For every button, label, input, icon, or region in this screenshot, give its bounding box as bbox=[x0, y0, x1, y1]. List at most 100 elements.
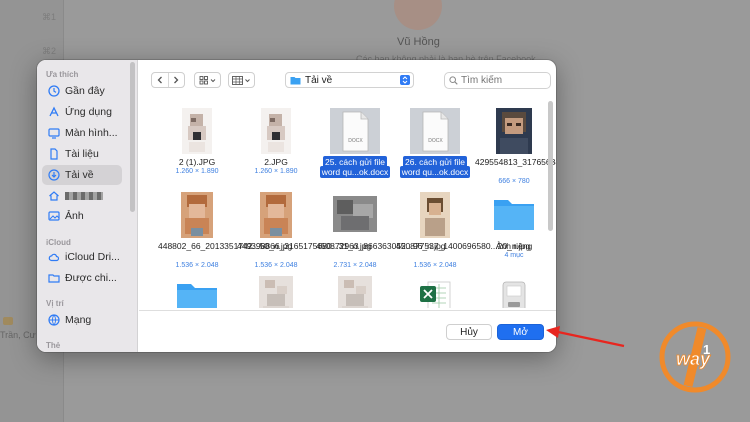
chat-emoji-icon bbox=[3, 317, 13, 325]
sidebar-item-home[interactable] bbox=[42, 186, 122, 206]
folder-icon bbox=[290, 76, 301, 84]
svg-text:DOCX: DOCX bbox=[428, 138, 443, 144]
file-item[interactable] bbox=[237, 266, 315, 308]
file-item[interactable] bbox=[475, 266, 553, 308]
file-item[interactable]: 429554813_3176568479...25_n.jpg666 × 780 bbox=[475, 98, 556, 185]
sidebar-section-icloud: iCloud bbox=[46, 238, 71, 247]
sidebar-item-label: Ứng dụng bbox=[65, 106, 112, 118]
forward-button[interactable] bbox=[167, 73, 184, 87]
file-meta: 1.260 × 1.890 bbox=[175, 168, 219, 175]
file-item[interactable]: 448802_66_2013351742...50_n.jpg 1.536 × 2… bbox=[158, 182, 292, 269]
file-item[interactable]: Ảnh riêng 4 mục bbox=[475, 182, 553, 262]
history-navigation bbox=[151, 72, 185, 88]
location-stepper-icon bbox=[400, 75, 410, 85]
file-item[interactable]: 2 (1).JPG 1.260 × 1.890 bbox=[158, 98, 236, 178]
shortcut-label: ⌘2 bbox=[42, 46, 57, 56]
search-input[interactable] bbox=[461, 75, 546, 86]
dialog-sidebar: Ưa thích Gần đây Ứng dụng Màn hình... Tà… bbox=[37, 60, 138, 352]
svg-text:DOCX: DOCX bbox=[348, 138, 363, 144]
image-thumbnail-icon bbox=[420, 192, 450, 238]
sidebar-scrollbar[interactable] bbox=[130, 62, 135, 212]
group-grid-icon bbox=[231, 75, 250, 85]
file-name: 25. cách gửi file word qu...ok.docx bbox=[319, 156, 391, 178]
file-item[interactable] bbox=[396, 266, 474, 308]
sidebar-item-recents[interactable]: Gần đây bbox=[42, 81, 122, 101]
location-popup[interactable]: Tải về bbox=[285, 72, 414, 88]
file-item[interactable]: 450877537_1400696580...20_n.jpg 1.536 × 2… bbox=[396, 182, 530, 269]
back-button[interactable] bbox=[152, 73, 168, 87]
sidebar-item-label: Tài liệu bbox=[65, 148, 99, 160]
sidebar-item-shared[interactable]: Được chi... bbox=[42, 268, 122, 288]
sidebar-item-photos[interactable]: Ảnh bbox=[42, 206, 122, 226]
image-thumbnail-icon bbox=[182, 108, 212, 154]
sidebar-section-tags: Thẻ bbox=[46, 341, 61, 350]
file-item[interactable] bbox=[316, 266, 394, 308]
location-name: Tải về bbox=[305, 74, 333, 86]
chevron-left-icon bbox=[157, 76, 162, 84]
profile-name: Vũ Hồng bbox=[397, 36, 440, 48]
sidebar-item-desktop[interactable]: Màn hình... bbox=[42, 123, 122, 143]
search-field[interactable] bbox=[444, 72, 551, 89]
logo-number: 1 bbox=[703, 342, 710, 357]
file-name: 2 (1).JPG bbox=[178, 157, 216, 167]
sidebar-item-label: Màn hình... bbox=[65, 127, 118, 139]
file-item[interactable]: 450872963_866363052...96_n.jpg 2.731 × 2.… bbox=[316, 182, 446, 269]
network-icon bbox=[48, 314, 60, 326]
file-item[interactable]: 2.JPG 1.260 × 1.890 bbox=[237, 98, 315, 178]
chevron-right-icon bbox=[174, 76, 179, 84]
file-name: Ảnh riêng bbox=[495, 241, 533, 251]
sidebar-item-downloads[interactable]: Tải về bbox=[42, 165, 122, 185]
sidebar-item-network[interactable]: Mạng bbox=[42, 310, 122, 330]
image-thumbnail-icon bbox=[181, 192, 213, 238]
sidebar-section-locations: Vị trí bbox=[46, 299, 64, 308]
dialog-toolbar: Tải về bbox=[139, 60, 556, 98]
image-thumbnail-icon bbox=[261, 108, 291, 154]
sidebar-item-applications[interactable]: Ứng dụng bbox=[42, 102, 122, 122]
brand-logo-icon: way 1 bbox=[659, 321, 731, 393]
file-item[interactable] bbox=[158, 266, 236, 308]
file-meta: 4 mục bbox=[504, 252, 524, 259]
download-icon bbox=[48, 169, 60, 181]
image-thumbnail-icon bbox=[260, 192, 292, 238]
image-thumbnail-icon bbox=[259, 276, 293, 308]
file-item[interactable]: DOCX 26. cách gửi file word qu...ok.docx bbox=[396, 98, 474, 178]
image-thumbnail-icon bbox=[333, 196, 377, 232]
cancel-button[interactable]: Hủy bbox=[446, 324, 492, 340]
file-name: 26. cách gửi file word qu...ok.docx bbox=[399, 156, 471, 178]
sidebar-item-label: Ảnh bbox=[65, 210, 84, 222]
docx-file-icon: DOCX bbox=[330, 108, 380, 154]
pointer-arrow-icon bbox=[546, 326, 625, 348]
sidebar-item-documents[interactable]: Tài liệu bbox=[42, 144, 122, 164]
folder-icon bbox=[494, 200, 534, 230]
sidebar-section-favorites: Ưa thích bbox=[46, 70, 79, 79]
photos-icon bbox=[48, 210, 60, 222]
disk-image-icon bbox=[502, 281, 526, 308]
profile-avatar bbox=[394, 0, 442, 30]
sidebar-item-label: Được chi... bbox=[65, 272, 117, 284]
group-view-button[interactable] bbox=[228, 72, 255, 88]
sidebar-item-label: Tải về bbox=[65, 169, 94, 181]
open-file-dialog: Ưa thích Gần đây Ứng dụng Màn hình... Tà… bbox=[37, 60, 556, 352]
open-button[interactable]: Mở bbox=[497, 324, 544, 340]
file-meta: 1.260 × 1.890 bbox=[254, 168, 298, 175]
chat-fragment: Trần, Cư bbox=[0, 330, 36, 340]
folder-icon bbox=[177, 284, 217, 308]
grid-view-icon bbox=[199, 75, 215, 84]
file-item[interactable]: 449398866_3165175680...31_n.jpg 1.536 × 2… bbox=[237, 182, 371, 269]
file-name: 2.JPG bbox=[264, 157, 288, 167]
sidebar-item-label: Mạng bbox=[65, 314, 92, 326]
file-item[interactable]: DOCX 25. cách gửi file word qu...ok.docx bbox=[316, 98, 394, 178]
clock-icon bbox=[48, 85, 60, 97]
icon-view-button[interactable] bbox=[194, 72, 221, 88]
document-icon bbox=[48, 148, 60, 160]
sidebar-item-label: iCloud Dri... bbox=[65, 251, 120, 263]
image-thumbnail-icon bbox=[338, 276, 372, 308]
file-grid-scrollbar[interactable] bbox=[548, 101, 553, 231]
sidebar-item-icloud-drive[interactable]: iCloud Dri... bbox=[42, 247, 122, 267]
file-name: 429554813_3176568479...25_n.jpg bbox=[475, 157, 556, 167]
home-icon bbox=[48, 190, 60, 202]
shortcut-label: ⌘1 bbox=[42, 12, 57, 22]
redacted-username bbox=[65, 192, 103, 200]
shared-folder-icon bbox=[48, 272, 60, 284]
sidebar-item-label: Gần đây bbox=[65, 85, 105, 97]
